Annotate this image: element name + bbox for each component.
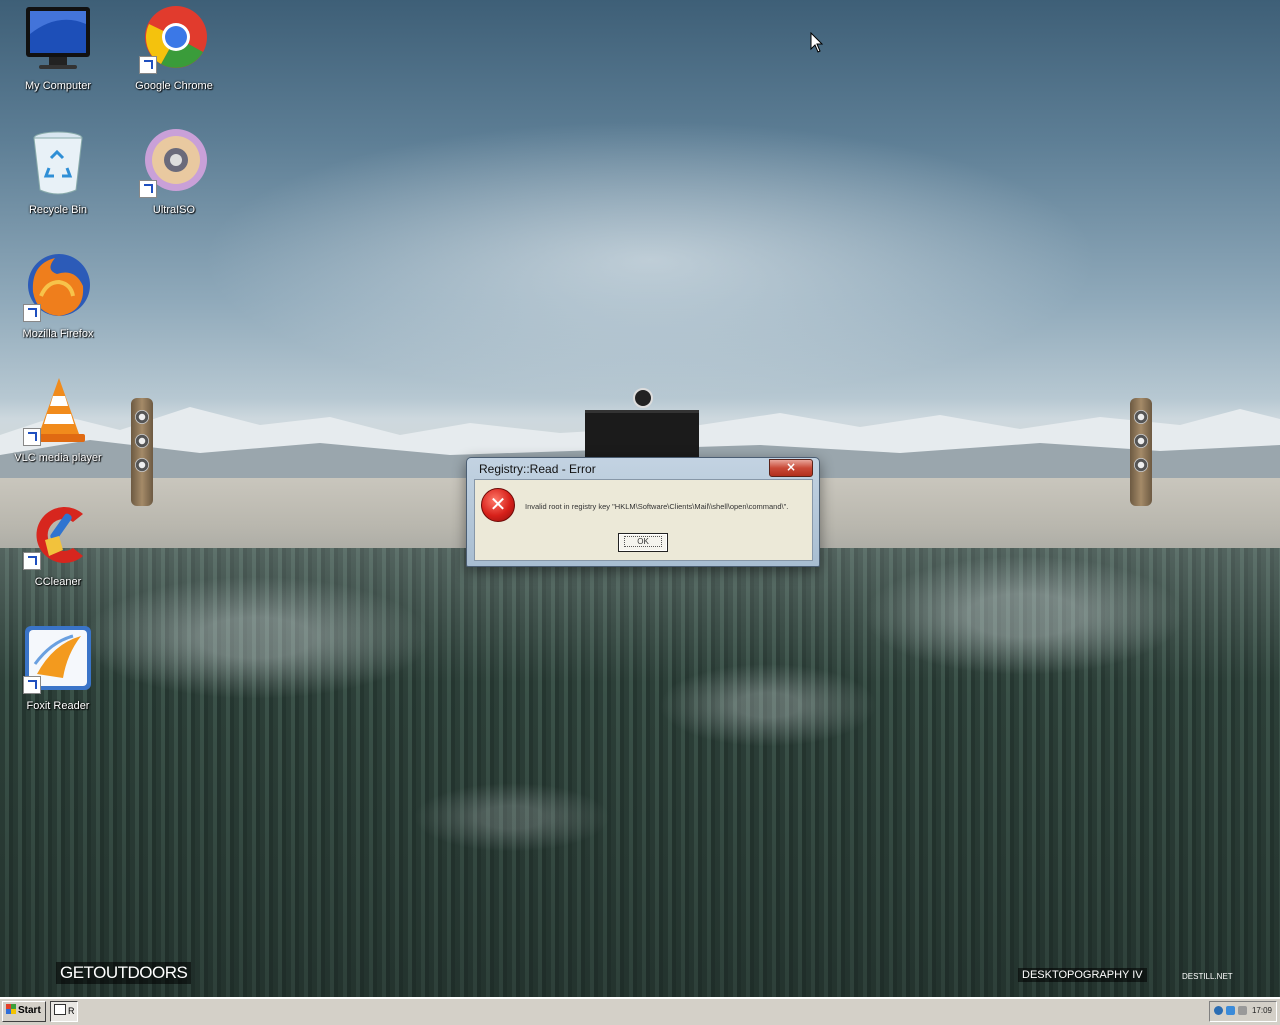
desktop-icon-label: Google Chrome [135, 80, 213, 92]
disc-icon [139, 128, 209, 198]
window-icon [54, 1004, 66, 1015]
desktop-icon-mozilla-firefox[interactable]: Mozilla Firefox [0, 252, 116, 340]
dialog-title: Registry::Read - Error [479, 462, 596, 476]
wallpaper-logo-desktopography: DESKTOPOGRAPHY IV [1018, 968, 1147, 982]
wallpaper-logo-destill: DESTILL.NET [1182, 972, 1233, 981]
shortcut-arrow-icon [139, 180, 157, 198]
taskbar-item-label: R [68, 1006, 75, 1016]
desktop-icon-label: Recycle Bin [28, 204, 88, 216]
desktop-icon-label: Mozilla Firefox [22, 328, 94, 340]
foxit-icon [23, 624, 93, 694]
speaker-left [131, 398, 153, 506]
shortcut-arrow-icon [23, 552, 41, 570]
mouse-cursor-icon [810, 32, 824, 53]
shortcut-arrow-icon [23, 428, 41, 446]
volume-icon[interactable] [1238, 1006, 1247, 1015]
ccleaner-icon [23, 500, 93, 570]
start-button[interactable]: Start [2, 1001, 46, 1022]
error-icon: ✕ [481, 488, 515, 522]
system-tray: 17:09 [1209, 1001, 1277, 1022]
desktop-icon-google-chrome[interactable]: Google Chrome [116, 4, 232, 92]
taskbar: Start R 17:09 [0, 997, 1280, 1025]
error-message: Invalid root in registry key "HKLM\Softw… [525, 502, 789, 511]
dialog-close-button[interactable]: × [769, 459, 813, 477]
dialog-body: ✕ Invalid root in registry key "HKLM\Sof… [474, 479, 813, 561]
vlc-cone-icon [23, 376, 93, 446]
desktop-icon-ultraiso[interactable]: UltraISO [116, 128, 232, 216]
desktop-icon-label: Foxit Reader [26, 700, 90, 712]
wallpaper-logo-getoutdoors: GETOUTDOORS [56, 962, 192, 984]
ok-button-label: OK [624, 536, 662, 547]
desktop-icon-my-computer[interactable]: My Computer [0, 4, 116, 92]
start-label: Start [18, 1005, 41, 1016]
desktop-icon-label: UltraISO [152, 204, 196, 216]
clock[interactable]: 17:09 [1252, 1006, 1272, 1015]
desktop-icon-label: VLC media player [14, 452, 102, 464]
monitor-icon [23, 4, 93, 74]
desktop-icon-label: My Computer [24, 80, 92, 92]
shortcut-arrow-icon [23, 676, 41, 694]
forest-shade [0, 548, 1280, 997]
ok-button[interactable]: OK [618, 533, 668, 552]
shortcut-arrow-icon [139, 56, 157, 74]
speaker-right [1130, 398, 1152, 506]
recycle-bin-icon [23, 128, 93, 198]
error-dialog: Registry::Read - Error × ✕ Invalid root … [466, 457, 820, 567]
desktop-icon-ccleaner[interactable]: CCleaner [0, 500, 116, 588]
chrome-icon [139, 4, 209, 74]
windows-flag-icon [6, 1004, 16, 1014]
firefox-icon [23, 252, 93, 322]
shortcut-arrow-icon [23, 304, 41, 322]
desktop-icon-vlc-media-player[interactable]: VLC media player [0, 376, 116, 464]
wallpaper-webcam [633, 388, 653, 408]
desktop-icon-label: CCleaner [34, 576, 82, 588]
desktop-icon-recycle-bin[interactable]: Recycle Bin [0, 128, 116, 216]
sky-glow [200, 120, 1100, 400]
tray-app-icon[interactable] [1226, 1006, 1235, 1015]
taskbar-item-registry-error[interactable]: R [50, 1001, 78, 1022]
desktop-icon-foxit-reader[interactable]: Foxit Reader [0, 624, 116, 712]
network-icon[interactable] [1214, 1006, 1223, 1015]
